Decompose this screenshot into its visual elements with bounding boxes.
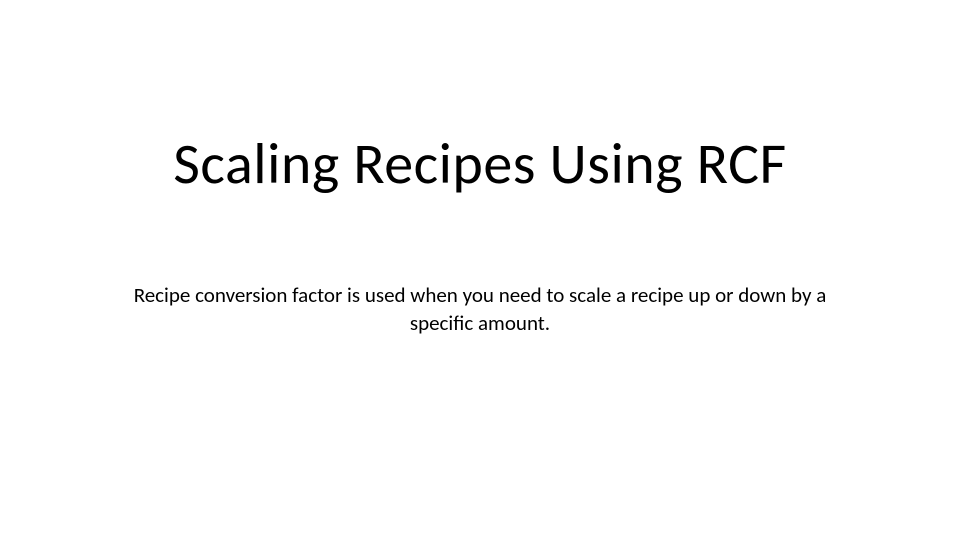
slide-body-text: Recipe conversion factor is used when yo… [120, 281, 840, 338]
slide-title: Scaling Recipes Using RCF [173, 128, 786, 199]
slide-container: Scaling Recipes Using RCF Recipe convers… [0, 0, 960, 540]
